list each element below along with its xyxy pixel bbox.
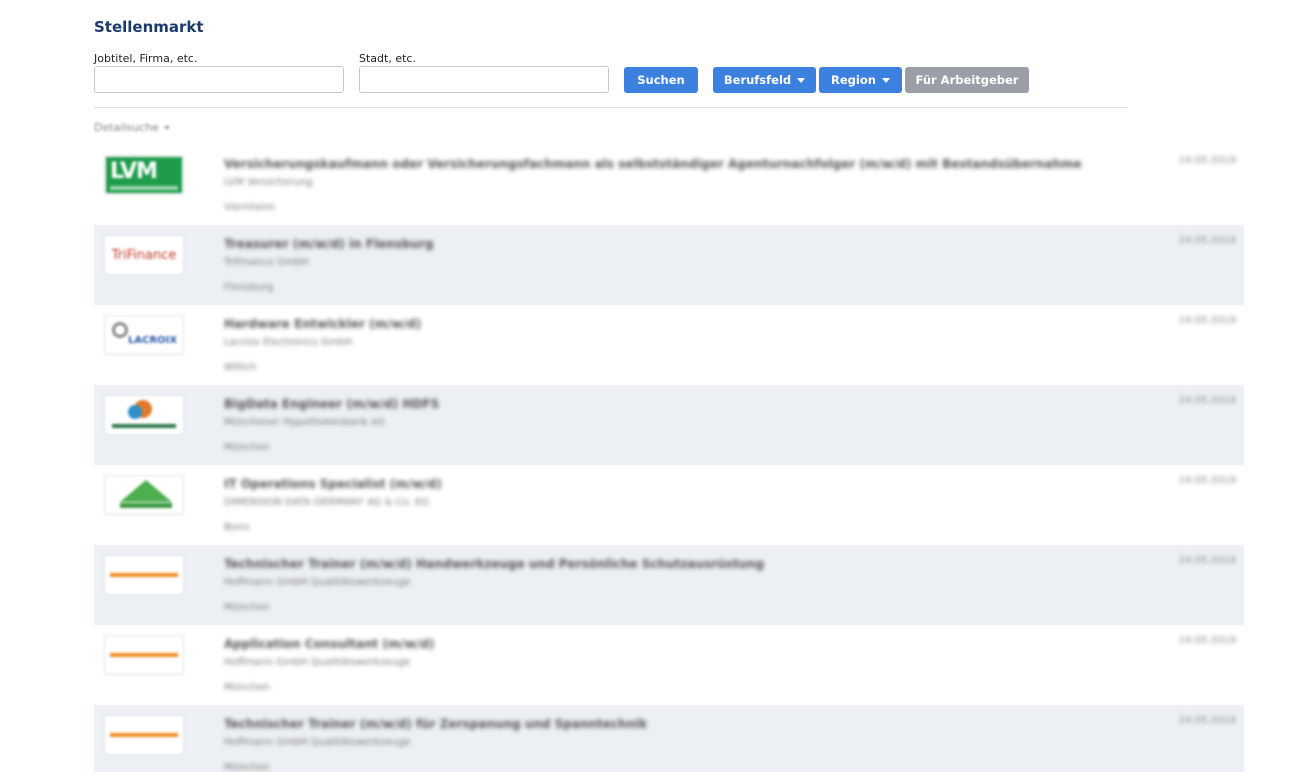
detail-search-label: Detailsuche xyxy=(94,121,159,134)
job-date: 24.05.2019 xyxy=(1178,155,1236,166)
city-field-label: Stadt, etc. xyxy=(359,52,416,65)
employer-button[interactable]: Für Arbeitgeber xyxy=(905,67,1029,93)
job-city: Willich xyxy=(224,362,257,373)
city-search-input[interactable] xyxy=(359,66,609,93)
job-city: Viernheim xyxy=(224,202,275,213)
hoffmann-logo-icon xyxy=(106,637,182,673)
job-row[interactable]: Technischer Trainer (m/w/d) für Zerspanu… xyxy=(94,705,1244,772)
region-dropdown-button[interactable]: Region xyxy=(819,67,902,93)
company-logo[interactable]: TriFinance xyxy=(104,235,184,275)
employer-button-label: Für Arbeitgeber xyxy=(915,73,1019,87)
job-company: Münchener Hypothekenbank eG xyxy=(224,417,385,428)
job-search-input[interactable] xyxy=(94,66,344,93)
hoffmann-logo-icon xyxy=(106,557,182,593)
region-button-label: Region xyxy=(831,73,876,87)
page: Stellenmarkt Jobtitel, Firma, etc. Stadt… xyxy=(0,0,1310,772)
job-title-link[interactable]: Technischer Trainer (m/w/d) Handwerkzeug… xyxy=(224,557,764,571)
berufsfeld-dropdown-button[interactable]: Berufsfeld xyxy=(713,67,816,93)
job-date: 24.05.2019 xyxy=(1178,715,1236,726)
job-city: München xyxy=(224,602,270,613)
job-date: 24.05.2019 xyxy=(1178,475,1236,486)
search-button-label: Suchen xyxy=(637,73,685,87)
job-title-link[interactable]: Application Consultant (m/w/d) xyxy=(224,637,434,651)
job-list: LVM Versicherungskaufmann oder Versicher… xyxy=(94,145,1244,772)
company-logo[interactable]: LACROIX xyxy=(104,315,184,355)
berufsfeld-button-label: Berufsfeld xyxy=(723,73,792,87)
chevron-down-icon xyxy=(163,125,170,130)
page-title: Stellenmarkt xyxy=(94,18,204,36)
job-city: München xyxy=(224,682,270,693)
company-logo[interactable] xyxy=(104,395,184,435)
hoffmann-logo-icon xyxy=(106,717,182,753)
job-date: 24.05.2019 xyxy=(1178,395,1236,406)
dimension-data-logo-icon xyxy=(106,477,182,513)
lvm-logo-icon: LVM xyxy=(106,157,182,193)
lacroix-logo-icon: LACROIX xyxy=(106,317,182,353)
job-city: Bonn xyxy=(224,522,250,533)
company-logo[interactable] xyxy=(104,635,184,675)
job-title-link[interactable]: Technischer Trainer (m/w/d) für Zerspanu… xyxy=(224,717,647,731)
job-title-link[interactable]: Versicherungskaufmann oder Versicherungs… xyxy=(224,157,1082,171)
caret-down-icon xyxy=(797,77,806,83)
mhb-logo-icon xyxy=(106,397,182,433)
job-row[interactable]: LACROIX Hardware Entwickler (m/w/d) Lacr… xyxy=(94,305,1244,385)
job-date: 24.05.2019 xyxy=(1178,555,1236,566)
job-row[interactable]: Application Consultant (m/w/d) Hoffmann … xyxy=(94,625,1244,705)
job-city: München xyxy=(224,442,270,453)
job-date: 24.05.2019 xyxy=(1178,235,1236,246)
company-logo[interactable] xyxy=(104,475,184,515)
job-company: Hoffmann GmbH Qualitätswerkzeuge xyxy=(224,737,411,748)
job-company: Lacroix Electronics GmbH xyxy=(224,337,353,348)
job-date: 24.05.2019 xyxy=(1178,635,1236,646)
job-row[interactable]: IT Operations Specialist (m/w/d) DIMENSI… xyxy=(94,465,1244,545)
job-title-link[interactable]: Treasurer (m/w/d) in Flensburg xyxy=(224,237,434,251)
job-title-link[interactable]: Hardware Entwickler (m/w/d) xyxy=(224,317,421,331)
detail-search-toggle[interactable]: Detailsuche xyxy=(94,121,170,134)
job-company: DIMENSION DATA GERMANY AG & Co. KG xyxy=(224,497,430,508)
job-row[interactable]: TriFinance Treasurer (m/w/d) in Flensbur… xyxy=(94,225,1244,305)
job-date: 24.05.2019 xyxy=(1178,315,1236,326)
company-logo[interactable] xyxy=(104,555,184,595)
job-company: Hoffmann GmbH Qualitätswerkzeuge xyxy=(224,577,411,588)
job-row[interactable]: LVM Versicherungskaufmann oder Versicher… xyxy=(94,145,1244,225)
job-city: Flensburg xyxy=(224,282,274,293)
job-title-link[interactable]: IT Operations Specialist (m/w/d) xyxy=(224,477,442,491)
company-logo[interactable]: LVM xyxy=(104,155,184,195)
job-city: München xyxy=(224,762,270,772)
job-company: LVM Versicherung xyxy=(224,177,313,188)
job-company: TriFinance GmbH xyxy=(224,257,309,268)
job-field-label: Jobtitel, Firma, etc. xyxy=(94,52,198,65)
search-button[interactable]: Suchen xyxy=(624,67,698,93)
trifinance-logo-icon: TriFinance xyxy=(111,247,177,263)
company-logo[interactable] xyxy=(104,715,184,755)
job-company: Hoffmann GmbH Qualitätswerkzeuge xyxy=(224,657,411,668)
search-divider xyxy=(94,107,1128,108)
job-row[interactable]: BigData Engineer (m/w/d) HDFS Münchener … xyxy=(94,385,1244,465)
job-title-link[interactable]: BigData Engineer (m/w/d) HDFS xyxy=(224,397,439,411)
job-row[interactable]: Technischer Trainer (m/w/d) Handwerkzeug… xyxy=(94,545,1244,625)
caret-down-icon xyxy=(881,77,890,83)
